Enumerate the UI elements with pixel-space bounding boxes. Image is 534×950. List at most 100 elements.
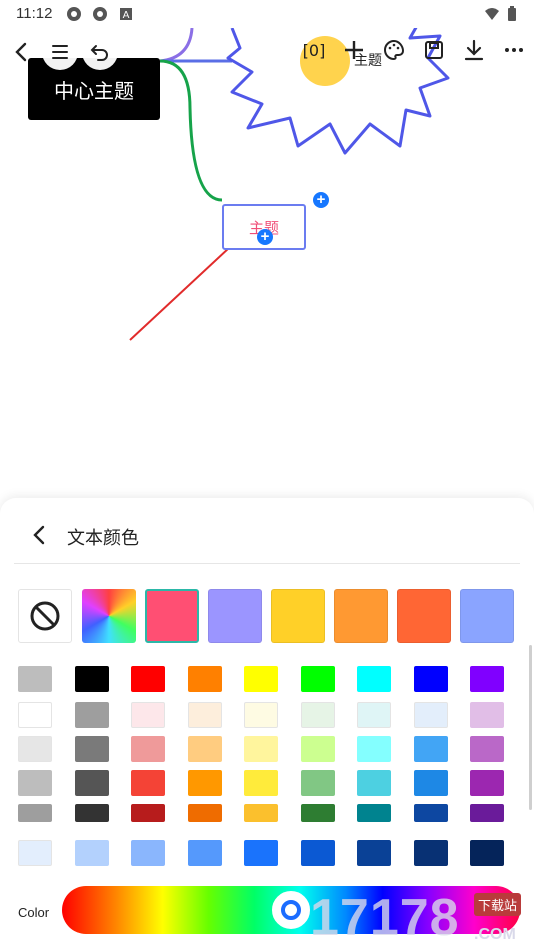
palette-swatch[interactable] bbox=[357, 666, 391, 692]
palette-swatch[interactable] bbox=[244, 702, 278, 728]
undo-icon bbox=[90, 45, 108, 61]
palette-swatch[interactable] bbox=[357, 804, 391, 822]
sheet-title: 文本颜色 bbox=[67, 528, 139, 548]
palette-swatch[interactable] bbox=[300, 666, 335, 692]
palette-swatch[interactable] bbox=[357, 702, 391, 728]
palette-swatch[interactable] bbox=[413, 702, 448, 728]
palette-swatch[interactable] bbox=[187, 804, 222, 822]
palette-swatch[interactable] bbox=[131, 770, 165, 796]
no-color-icon bbox=[30, 601, 60, 631]
save-button[interactable] bbox=[416, 32, 452, 68]
aperture-icon bbox=[67, 7, 81, 21]
undo-button[interactable] bbox=[82, 34, 118, 70]
palette-swatch[interactable] bbox=[18, 736, 52, 762]
palette-swatch[interactable] bbox=[131, 840, 165, 866]
divider bbox=[14, 563, 520, 564]
outline-icon bbox=[52, 45, 68, 59]
svg-text:[0]: [0] bbox=[303, 41, 326, 60]
palette-swatch[interactable] bbox=[470, 770, 504, 796]
wifi-icon bbox=[485, 8, 499, 20]
palette-swatch[interactable] bbox=[413, 736, 448, 762]
color-label: Color bbox=[18, 905, 50, 920]
palette-swatch[interactable] bbox=[244, 770, 278, 796]
palette-swatch[interactable] bbox=[187, 702, 222, 728]
palette-swatch[interactable] bbox=[74, 702, 109, 728]
palette-swatch[interactable] bbox=[131, 736, 165, 762]
mindmap-canvas[interactable]: 中心主题 主题 主题 + + bbox=[0, 28, 534, 498]
custom-color-swatch[interactable] bbox=[82, 589, 136, 643]
palette-swatch[interactable] bbox=[187, 840, 222, 866]
palette-swatch[interactable] bbox=[244, 840, 278, 866]
palette-swatch[interactable] bbox=[244, 666, 278, 692]
palette-swatch[interactable] bbox=[413, 770, 448, 796]
download-button[interactable] bbox=[456, 32, 492, 68]
palette-swatch[interactable] bbox=[187, 666, 222, 692]
palette-swatch[interactable] bbox=[18, 804, 52, 822]
palette-swatch[interactable] bbox=[131, 702, 165, 728]
add-child-icon[interactable]: + bbox=[257, 229, 273, 245]
status-bar: 11:12 A bbox=[0, 0, 534, 28]
palette-swatch[interactable] bbox=[470, 840, 504, 866]
palette-swatch[interactable] bbox=[300, 736, 335, 762]
more-icon bbox=[505, 48, 523, 52]
back-button[interactable] bbox=[4, 34, 40, 70]
palette-scrollbar[interactable] bbox=[529, 645, 532, 810]
palette-swatch[interactable] bbox=[131, 666, 165, 692]
palette-swatch[interactable] bbox=[244, 736, 278, 762]
root-node-label: 中心主题 bbox=[54, 80, 134, 103]
palette-swatch[interactable] bbox=[18, 840, 52, 866]
palette-swatch[interactable] bbox=[74, 840, 109, 866]
status-time: 11:12 bbox=[16, 5, 53, 22]
preset-swatch[interactable] bbox=[145, 589, 199, 643]
formula-icon: [0] bbox=[303, 41, 326, 60]
palette-swatch[interactable] bbox=[300, 770, 335, 796]
preset-swatch[interactable] bbox=[460, 589, 514, 643]
palette-swatch[interactable] bbox=[300, 702, 335, 728]
more-button[interactable] bbox=[496, 32, 532, 68]
no-color-button[interactable] bbox=[18, 589, 72, 643]
svg-text:A: A bbox=[123, 10, 130, 21]
palette-swatch[interactable] bbox=[470, 702, 504, 728]
palette-swatch[interactable] bbox=[470, 804, 504, 822]
palette-swatch[interactable] bbox=[300, 804, 335, 822]
palette-swatch[interactable] bbox=[244, 804, 278, 822]
preset-swatch[interactable] bbox=[397, 589, 451, 643]
add-icon bbox=[345, 41, 363, 59]
outline-button[interactable] bbox=[42, 34, 78, 70]
palette-swatch[interactable] bbox=[470, 736, 504, 762]
palette-swatch[interactable] bbox=[413, 804, 448, 822]
palette-swatch[interactable] bbox=[357, 736, 391, 762]
style-button[interactable] bbox=[376, 32, 412, 68]
palette-swatch[interactable] bbox=[74, 736, 109, 762]
add-sibling-icon[interactable]: + bbox=[313, 192, 329, 208]
palette-swatch[interactable] bbox=[74, 666, 109, 692]
palette-swatch[interactable] bbox=[18, 770, 52, 796]
a-badge-icon: A bbox=[120, 8, 132, 21]
save-icon bbox=[425, 41, 443, 59]
palette-swatch[interactable] bbox=[413, 666, 448, 692]
back-icon bbox=[15, 42, 27, 62]
hue-slider-handle[interactable] bbox=[272, 891, 310, 929]
formula-button[interactable]: [0] bbox=[296, 32, 332, 68]
palette-swatch[interactable] bbox=[357, 840, 391, 866]
preset-swatch[interactable] bbox=[334, 589, 388, 643]
palette-swatch[interactable] bbox=[18, 666, 52, 692]
palette-swatch[interactable] bbox=[74, 804, 109, 822]
palette-swatch[interactable] bbox=[187, 736, 222, 762]
back-icon[interactable] bbox=[26, 522, 52, 548]
preset-swatch[interactable] bbox=[208, 589, 262, 643]
palette-swatch[interactable] bbox=[187, 770, 222, 796]
preset-swatch[interactable] bbox=[271, 589, 325, 643]
palette-swatch[interactable] bbox=[357, 770, 391, 796]
battery-icon bbox=[508, 6, 516, 21]
palette-swatch[interactable] bbox=[74, 770, 109, 796]
palette-swatch[interactable] bbox=[470, 666, 504, 692]
palette-swatch[interactable] bbox=[131, 804, 165, 822]
palette-swatch[interactable] bbox=[413, 840, 448, 866]
palette-swatch[interactable] bbox=[300, 840, 335, 866]
palette-swatch[interactable] bbox=[18, 702, 52, 728]
watermark-sub: .COM bbox=[474, 926, 516, 943]
aperture-icon bbox=[93, 7, 107, 21]
add-button[interactable] bbox=[336, 32, 372, 68]
watermark: 17178 bbox=[310, 889, 460, 947]
